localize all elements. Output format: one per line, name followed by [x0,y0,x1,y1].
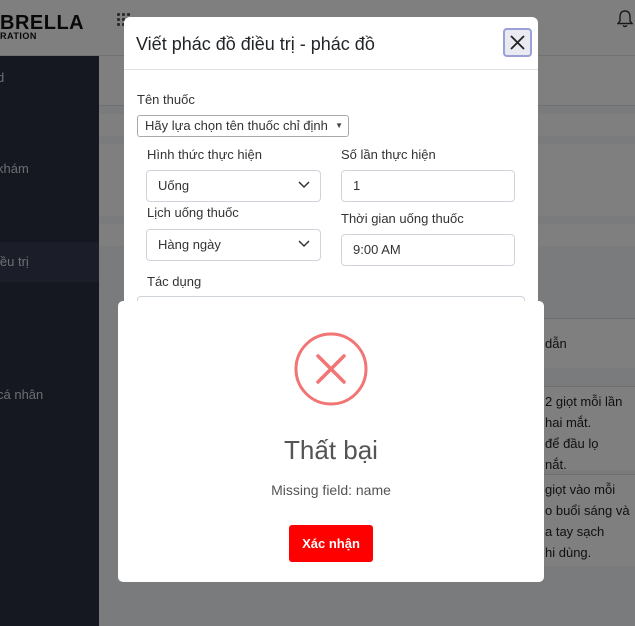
time-label: Thời gian uống thuốc [341,211,464,226]
error-alert-dialog: Thất bại Missing field: name Xác nhận [118,301,544,582]
drug-name-select[interactable]: Hãy lựa chọn tên thuốc chỉ định ▼ [137,115,349,137]
chevron-down-icon [298,240,310,248]
modal-title: Viết phác đồ điều trị - phác đồ [136,34,375,54]
error-x-circle-icon [294,332,368,406]
effect-label: Tác dụng [147,274,202,289]
modal-header: Viết phác đồ điều trị - phác đồ [124,17,538,70]
caret-down-icon: ▼ [335,121,343,130]
method-select[interactable]: Uống [146,170,321,202]
time-input[interactable]: 9:00 AM [341,234,515,266]
method-select-value: Uống [158,178,190,193]
close-icon [510,35,525,50]
close-button[interactable] [503,28,532,57]
schedule-select[interactable]: Hàng ngày [146,229,321,261]
drug-name-select-value: Hãy lựa chọn tên thuốc chỉ định [145,118,328,133]
drug-name-label: Tên thuốc [137,92,195,107]
times-label: Số lần thực hiện [341,147,436,162]
times-input[interactable]: 1 [341,170,515,202]
confirm-button[interactable]: Xác nhận [289,525,373,562]
schedule-select-value: Hàng ngày [158,237,221,252]
alert-message: Missing field: name [271,482,391,498]
schedule-label: Lịch uống thuốc [147,205,239,220]
chevron-down-icon [298,181,310,189]
alert-title: Thất bại [284,435,378,465]
method-label: Hình thức thực hiện [147,147,262,162]
treatment-plan-modal: Viết phác đồ điều trị - phác đồ Tên thuố… [124,17,538,317]
